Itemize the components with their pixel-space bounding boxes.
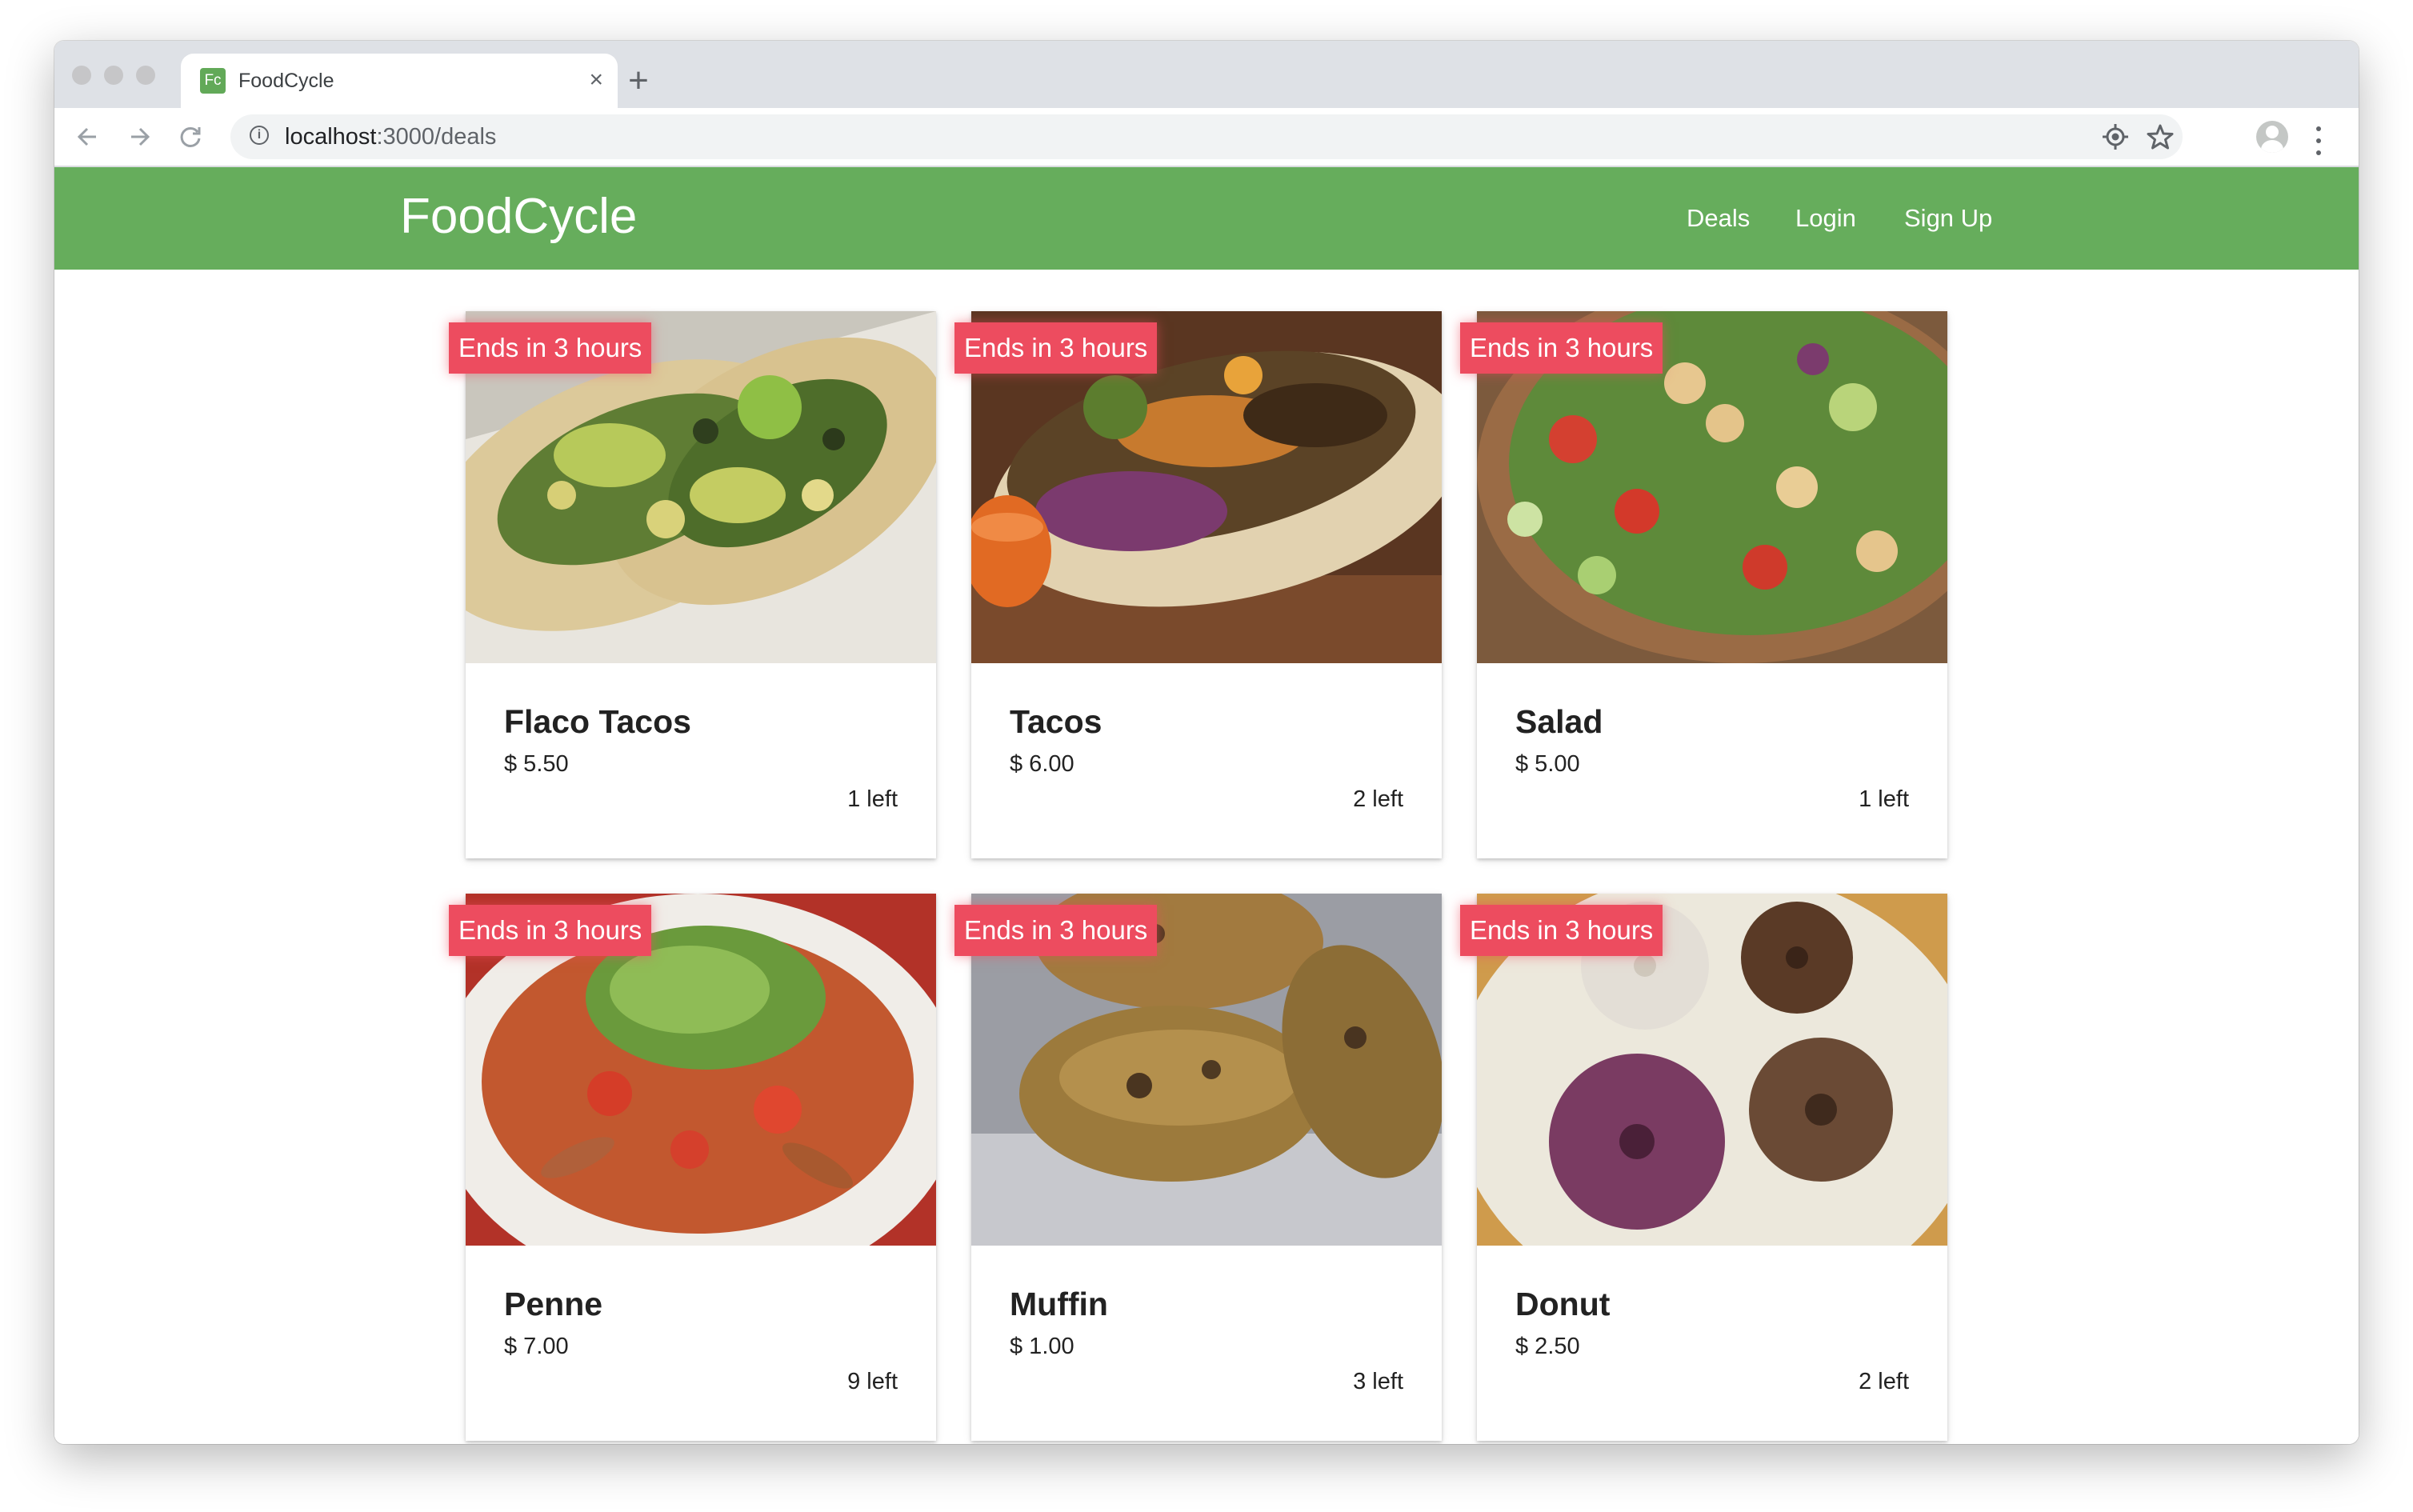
tab-title: FoodCycle: [238, 70, 334, 92]
deal-card[interactable]: Ends in 3 hours: [1460, 311, 1947, 858]
page-viewport: FoodCycle Deals Login Sign Up Ends in 3 …: [54, 167, 2359, 1444]
deal-price: $ 6.00: [1010, 751, 1074, 777]
deal-price: $ 2.50: [1515, 1334, 1580, 1359]
deal-ending-badge: Ends in 3 hours: [449, 905, 652, 956]
brand-logo[interactable]: FoodCycle: [400, 185, 637, 249]
deal-price: $ 7.00: [504, 1334, 569, 1359]
deal-quantity-left: 2 left: [1353, 786, 1403, 812]
deal-quantity-left: 1 left: [1859, 786, 1909, 812]
deal-price: $ 5.50: [504, 751, 569, 777]
deal-price: $ 1.00: [1010, 1334, 1074, 1359]
reload-icon[interactable]: [166, 113, 214, 161]
deal-title: Penne: [504, 1286, 603, 1322]
deal-title: Salad: [1515, 703, 1603, 740]
deal-ending-badge: Ends in 3 hours: [954, 905, 1158, 956]
deal-card[interactable]: Ends in 3 hours Muffin $ 1.00 3 left: [954, 894, 1442, 1441]
browser-window: Fc FoodCycle × + i localhost:3000/deals: [54, 41, 2359, 1444]
deal-card[interactable]: Ends in 3 hours: [449, 311, 936, 858]
site-info-icon[interactable]: i: [250, 126, 269, 145]
deal-card[interactable]: Ends in 3 hours: [954, 311, 1442, 858]
deal-title: Muffin: [1010, 1286, 1108, 1322]
deal-quantity-left: 1 left: [847, 786, 898, 812]
deal-title: Donut: [1515, 1286, 1611, 1322]
browser-tab[interactable]: Fc FoodCycle ×: [181, 54, 618, 108]
location-icon[interactable]: [2098, 119, 2133, 154]
close-window-button[interactable]: [72, 66, 91, 85]
address-bar[interactable]: i localhost:3000/deals: [230, 114, 2183, 159]
deal-ending-badge: Ends in 3 hours: [1460, 905, 1663, 956]
tab-strip: Fc FoodCycle × +: [54, 41, 2359, 108]
bookmark-star-icon[interactable]: [2143, 119, 2178, 154]
deal-card[interactable]: Ends in 3 hours Donut $ 2.50 2 left: [1460, 894, 1947, 1441]
forward-icon[interactable]: [115, 113, 163, 161]
deal-ending-badge: Ends in 3 hours: [449, 322, 652, 374]
nav-link-login[interactable]: Login: [1795, 199, 1856, 238]
deal-card[interactable]: Ends in 3 hours Penne $ 7.00 9 left: [449, 894, 936, 1441]
profile-avatar-icon[interactable]: [2256, 121, 2288, 153]
url-text: localhost:3000/deals: [285, 124, 497, 150]
deal-ending-badge: Ends in 3 hours: [954, 322, 1158, 374]
deal-quantity-left: 3 left: [1353, 1369, 1403, 1394]
favicon-icon: Fc: [200, 68, 226, 94]
deal-title: Tacos: [1010, 703, 1102, 740]
browser-menu-icon[interactable]: [2303, 113, 2335, 161]
zoom-window-button[interactable]: [136, 66, 155, 85]
browser-toolbar: i localhost:3000/deals: [54, 108, 2359, 167]
nav-link-signup[interactable]: Sign Up: [1904, 199, 1992, 238]
minimize-window-button[interactable]: [104, 66, 123, 85]
app-header: FoodCycle Deals Login Sign Up: [54, 167, 2359, 270]
nav-link-deals[interactable]: Deals: [1687, 199, 1750, 238]
back-icon[interactable]: [64, 113, 112, 161]
deal-ending-badge: Ends in 3 hours: [1460, 322, 1663, 374]
deal-title: Flaco Tacos: [504, 703, 691, 740]
new-tab-button[interactable]: +: [586, 41, 691, 108]
deal-price: $ 5.00: [1515, 751, 1580, 777]
deal-quantity-left: 9 left: [847, 1369, 898, 1394]
deal-quantity-left: 2 left: [1859, 1369, 1909, 1394]
